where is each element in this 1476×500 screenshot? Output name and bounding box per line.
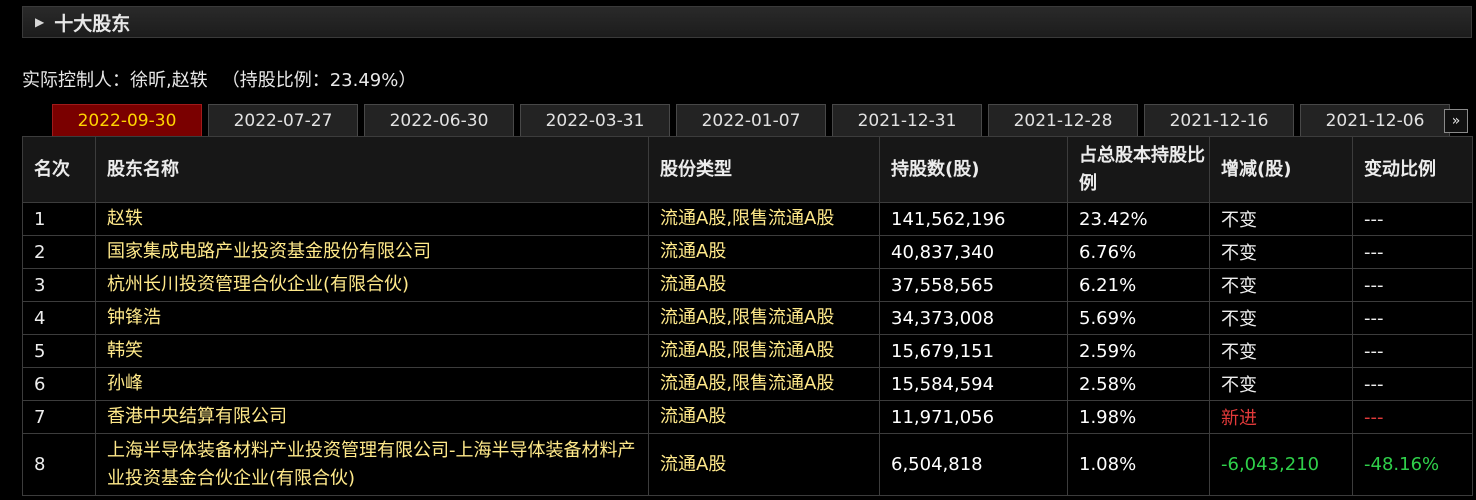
cell-shares: 11,971,056 bbox=[879, 400, 1068, 434]
cell-ratio: 2.58% bbox=[1067, 367, 1210, 401]
cell-share-type: 流通A股 bbox=[648, 235, 880, 269]
cell-change-ratio: --- bbox=[1352, 367, 1473, 401]
cell-change: 不变 bbox=[1209, 301, 1353, 335]
tab-2022-01-07[interactable]: 2022-01-07 bbox=[676, 104, 826, 136]
table-row: 4 钟锋浩 流通A股,限售流通A股 34,373,008 5.69% 不变 --… bbox=[22, 301, 1473, 335]
table-row: 3 杭州长川投资管理合伙企业(有限合伙) 流通A股 37,558,565 6.2… bbox=[22, 268, 1473, 302]
cell-ratio: 1.08% bbox=[1067, 433, 1210, 496]
cell-holder-name[interactable]: 国家集成电路产业投资基金股份有限公司 bbox=[95, 235, 649, 269]
cell-share-type: 流通A股 bbox=[648, 268, 880, 302]
cell-ratio: 1.98% bbox=[1067, 400, 1210, 434]
cell-change-ratio: -48.16% bbox=[1352, 433, 1473, 496]
cell-change-ratio: --- bbox=[1352, 301, 1473, 335]
cell-share-type: 流通A股 bbox=[648, 433, 880, 496]
section-title: 十大股东 bbox=[54, 12, 131, 35]
cell-rank: 7 bbox=[22, 400, 96, 434]
col-header-ratio: 占总股本持股比例 bbox=[1067, 136, 1210, 203]
table-row: 8 上海半导体装备材料产业投资管理有限公司-上海半导体装备材料产业投资基金合伙企… bbox=[22, 433, 1473, 496]
table-row: 5 韩笑 流通A股,限售流通A股 15,679,151 2.59% 不变 --- bbox=[22, 334, 1473, 368]
cell-ratio: 23.42% bbox=[1067, 202, 1210, 236]
col-header-rank: 名次 bbox=[22, 136, 96, 203]
col-header-shares: 持股数(股) bbox=[879, 136, 1068, 203]
date-tabs: 2022-09-30 2022-07-27 2022-06-30 2022-03… bbox=[52, 104, 1456, 136]
cell-change: 不变 bbox=[1209, 334, 1353, 368]
controller-label: 实际控制人： bbox=[22, 70, 130, 91]
controller-names: 徐昕,赵轶 bbox=[130, 70, 208, 91]
cell-shares: 6,504,818 bbox=[879, 433, 1068, 496]
controller-ratio: （持股比例：23.49%） bbox=[221, 70, 417, 91]
table-row: 6 孙峰 流通A股,限售流通A股 15,584,594 2.58% 不变 --- bbox=[22, 367, 1473, 401]
cell-rank: 3 bbox=[22, 268, 96, 302]
cell-change-ratio: --- bbox=[1352, 235, 1473, 269]
cell-change-ratio: --- bbox=[1352, 268, 1473, 302]
tab-2022-03-31[interactable]: 2022-03-31 bbox=[520, 104, 670, 136]
tab-2021-12-06[interactable]: 2021-12-06 bbox=[1300, 104, 1450, 136]
col-header-name: 股东名称 bbox=[95, 136, 649, 203]
tab-2021-12-16[interactable]: 2021-12-16 bbox=[1144, 104, 1294, 136]
cell-rank: 1 bbox=[22, 202, 96, 236]
tab-2022-06-30[interactable]: 2022-06-30 bbox=[364, 104, 514, 136]
cell-shares: 34,373,008 bbox=[879, 301, 1068, 335]
table-row: 2 国家集成电路产业投资基金股份有限公司 流通A股 40,837,340 6.7… bbox=[22, 235, 1473, 269]
table-row: 1 赵轶 流通A股,限售流通A股 141,562,196 23.42% 不变 -… bbox=[22, 202, 1473, 236]
cell-change-ratio: --- bbox=[1352, 334, 1473, 368]
cell-shares: 15,584,594 bbox=[879, 367, 1068, 401]
cell-holder-name[interactable]: 香港中央结算有限公司 bbox=[95, 400, 649, 434]
cell-holder-name[interactable]: 韩笑 bbox=[95, 334, 649, 368]
cell-shares: 37,558,565 bbox=[879, 268, 1068, 302]
cell-ratio: 6.21% bbox=[1067, 268, 1210, 302]
cell-holder-name[interactable]: 钟锋浩 bbox=[95, 301, 649, 335]
cell-holder-name[interactable]: 孙峰 bbox=[95, 367, 649, 401]
col-header-change-ratio: 变动比例 bbox=[1352, 136, 1473, 203]
cell-ratio: 6.76% bbox=[1067, 235, 1210, 269]
cell-share-type: 流通A股,限售流通A股 bbox=[648, 334, 880, 368]
cell-ratio: 2.59% bbox=[1067, 334, 1210, 368]
table-header-row: 名次 股东名称 股份类型 持股数(股) 占总股本持股比例 增减(股) 变动比例 bbox=[22, 136, 1473, 203]
cell-change: 不变 bbox=[1209, 202, 1353, 236]
cell-change-ratio: --- bbox=[1352, 400, 1473, 434]
cell-shares: 15,679,151 bbox=[879, 334, 1068, 368]
shareholders-table: 名次 股东名称 股份类型 持股数(股) 占总股本持股比例 增减(股) 变动比例 … bbox=[22, 136, 1473, 496]
cell-ratio: 5.69% bbox=[1067, 301, 1210, 335]
tab-2021-12-31[interactable]: 2021-12-31 bbox=[832, 104, 982, 136]
tab-2022-07-27[interactable]: 2022-07-27 bbox=[208, 104, 358, 136]
cell-rank: 4 bbox=[22, 301, 96, 335]
cell-change-ratio: --- bbox=[1352, 202, 1473, 236]
cell-change: 不变 bbox=[1209, 268, 1353, 302]
cell-rank: 5 bbox=[22, 334, 96, 368]
cell-share-type: 流通A股,限售流通A股 bbox=[648, 301, 880, 335]
cell-rank: 2 bbox=[22, 235, 96, 269]
cell-shares: 141,562,196 bbox=[879, 202, 1068, 236]
cell-change: 不变 bbox=[1209, 367, 1353, 401]
cell-change: 不变 bbox=[1209, 235, 1353, 269]
more-tabs-icon[interactable]: » bbox=[1444, 109, 1468, 133]
actual-controller: 实际控制人：徐昕,赵轶 （持股比例：23.49%） bbox=[22, 66, 416, 92]
expand-triangle-icon[interactable]: ▶ bbox=[35, 15, 44, 29]
tab-2022-09-30[interactable]: 2022-09-30 bbox=[52, 104, 202, 136]
cell-share-type: 流通A股 bbox=[648, 400, 880, 434]
cell-change-decrease: -6,043,210 bbox=[1209, 433, 1353, 496]
section-header-top10-holders[interactable]: ▶ 十大股东 bbox=[22, 6, 1472, 38]
cell-share-type: 流通A股,限售流通A股 bbox=[648, 367, 880, 401]
table-row: 7 香港中央结算有限公司 流通A股 11,971,056 1.98% 新进 --… bbox=[22, 400, 1473, 434]
cell-holder-name[interactable]: 杭州长川投资管理合伙企业(有限合伙) bbox=[95, 268, 649, 302]
tab-2021-12-28[interactable]: 2021-12-28 bbox=[988, 104, 1138, 136]
cell-holder-name[interactable]: 赵轶 bbox=[95, 202, 649, 236]
cell-rank: 8 bbox=[22, 433, 96, 496]
col-header-type: 股份类型 bbox=[648, 136, 880, 203]
cell-change-new-entry: 新进 bbox=[1209, 400, 1353, 434]
cell-share-type: 流通A股,限售流通A股 bbox=[648, 202, 880, 236]
cell-holder-name[interactable]: 上海半导体装备材料产业投资管理有限公司-上海半导体装备材料产业投资基金合伙企业(… bbox=[95, 433, 649, 496]
cell-shares: 40,837,340 bbox=[879, 235, 1068, 269]
col-header-change: 增减(股) bbox=[1209, 136, 1353, 203]
cell-rank: 6 bbox=[22, 367, 96, 401]
